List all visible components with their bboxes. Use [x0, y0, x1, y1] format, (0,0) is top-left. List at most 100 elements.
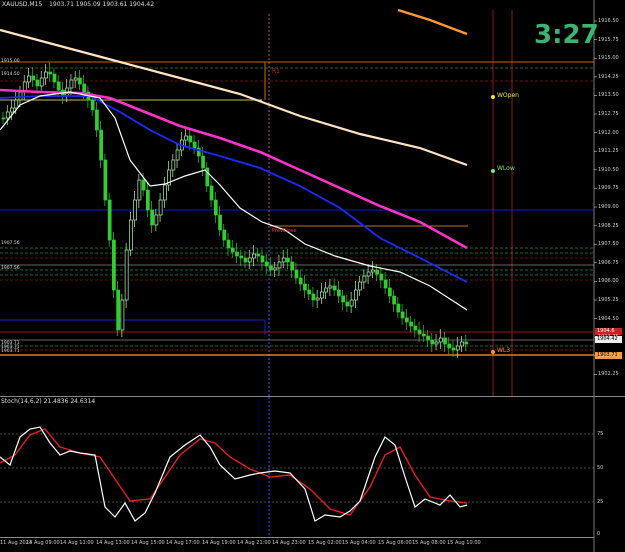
candle-body — [116, 289, 121, 331]
candle-body — [438, 337, 443, 343]
chart-ohlc: 1903.71 1905.09 1903.61 1904.42 — [49, 1, 155, 8]
ma-fast-line — [0, 91, 468, 311]
candle-body — [31, 75, 36, 81]
candle-body — [52, 73, 57, 83]
candle-body — [14, 99, 19, 109]
stochastic-pane[interactable]: Stoch(14,6,2) 21.4836 24.6314 75 50 25 0… — [0, 397, 625, 552]
time-axis-label: 14 Aug 17:00 — [166, 540, 200, 546]
candle-body — [90, 99, 95, 111]
candle-body — [95, 109, 99, 131]
price-axis-label: 1906.75 — [598, 259, 619, 266]
candle-body — [150, 209, 154, 226]
candle-body — [379, 273, 384, 281]
ask-price-label: 1904.6 — [597, 328, 615, 334]
price-axis-label: 1914.25 — [598, 73, 619, 80]
candle-body — [247, 257, 252, 263]
stoch-level-label: 25 — [597, 499, 604, 505]
candle-body — [375, 269, 379, 275]
stoch-level-label: 75 — [597, 431, 604, 437]
candle-body — [145, 189, 150, 211]
candle-body — [434, 341, 439, 345]
price-axis-label: 1912.00 — [598, 129, 619, 136]
candle-body — [1, 117, 6, 120]
r1-label: R1 — [272, 68, 280, 75]
ma-beige-line — [0, 28, 468, 167]
price-axis-label: 1910.50 — [598, 166, 619, 173]
candle-body — [396, 303, 401, 313]
candle-body — [158, 199, 163, 216]
price-axis-label: 1909.00 — [598, 204, 619, 210]
candle-body — [5, 111, 10, 119]
price-chart-pane[interactable]: XAUUSD,M15 1903.71 1905.09 1903.61 1904.… — [0, 0, 625, 397]
candle-body — [417, 329, 422, 335]
candle-body — [137, 179, 142, 201]
price-axis-ticks — [594, 20, 597, 375]
candle-body — [222, 229, 227, 241]
candle-body — [184, 135, 188, 141]
price-axis-label: 1902.25 — [598, 371, 619, 378]
stoch-level-label: 0 — [597, 531, 601, 537]
candle-body — [387, 287, 392, 297]
stoch-main-line — [0, 426, 468, 522]
price-axis-label: 1912.75 — [598, 111, 619, 117]
candle-body — [218, 214, 222, 231]
candle-body — [171, 159, 176, 171]
candle-body — [133, 199, 138, 221]
candle-body — [341, 295, 346, 303]
candle-body — [209, 185, 214, 201]
left-object-label: 1915.00 — [1, 59, 20, 64]
candle-body — [281, 257, 286, 263]
time-axis-label: 14 Aug 23:00 — [272, 540, 306, 546]
candle-body — [162, 184, 167, 201]
candle-body — [56, 81, 61, 91]
candle-body — [430, 339, 435, 345]
candle-body — [48, 71, 53, 75]
candlesticks — [1, 63, 469, 358]
candle-body — [103, 159, 108, 201]
candle-body — [311, 293, 316, 301]
candle-body — [82, 83, 87, 93]
candle-body — [141, 179, 146, 191]
candle-body — [383, 279, 388, 289]
candle-body — [154, 214, 159, 226]
stochastic-canvas[interactable] — [0, 397, 625, 552]
time-axis-label: 14 Aug 19:00 — [202, 540, 236, 546]
candle-body — [264, 261, 269, 267]
wl3-label: WL3 — [497, 347, 511, 354]
left-object-label: 1907.56 — [1, 241, 20, 246]
candle-body — [120, 299, 125, 331]
wlow-dot — [491, 169, 495, 173]
price-axis-label: 1904.50 — [598, 315, 619, 322]
candle-body — [230, 247, 235, 253]
candle-body — [269, 265, 273, 271]
candle-body — [404, 317, 409, 323]
candle-body — [345, 301, 350, 307]
price-chart-canvas[interactable] — [0, 0, 625, 397]
candle-body — [366, 271, 371, 277]
candle-body — [35, 79, 40, 87]
chart-title: XAUUSD,M15 1903.71 1905.09 1903.61 1904.… — [2, 1, 154, 8]
price-axis-label: 1908.25 — [598, 222, 619, 229]
candle-body — [107, 199, 112, 241]
candle-body — [307, 289, 312, 295]
candle-body — [226, 239, 231, 249]
candle-body — [421, 333, 426, 337]
price-axis-label: 1907.50 — [598, 241, 619, 248]
candle-body — [328, 285, 333, 289]
candle-body — [188, 135, 193, 143]
time-axis-label: 15 Aug 04:00 — [342, 540, 376, 546]
price-axis-label: 1916.50 — [598, 18, 619, 24]
candle-body — [129, 219, 133, 251]
stoch-level-label: 50 — [597, 465, 604, 471]
candle-body — [99, 129, 104, 161]
candle-timer: 3:27 — [534, 20, 599, 50]
candle-body — [192, 141, 197, 149]
candle-body — [426, 335, 430, 341]
candle-body — [290, 261, 295, 271]
candle-body — [286, 257, 290, 263]
time-axis-label: 15 Aug 02:00 — [308, 540, 342, 546]
candle-body — [69, 79, 74, 89]
time-axis-label: 15 Aug 06:00 — [378, 540, 412, 546]
candle-body — [354, 289, 358, 301]
wlow-label: WLow — [497, 165, 515, 172]
